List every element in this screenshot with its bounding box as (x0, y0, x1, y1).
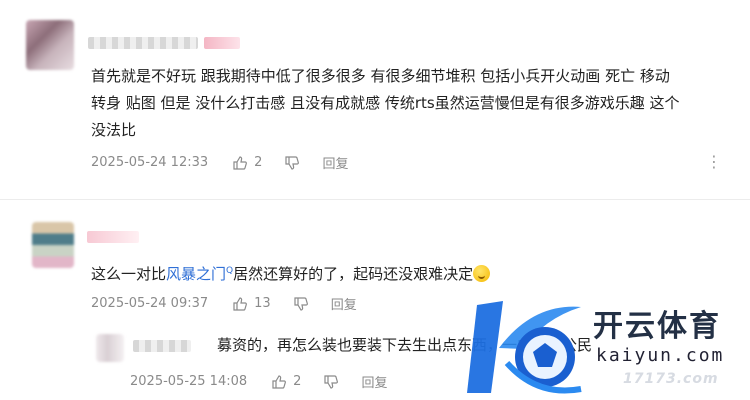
comment-meta: 2025-05-25 14:08 2 回复 (130, 372, 387, 391)
comment-text: 首先就是不好玩 跟我期待中低了很多很多 有很多细节堆积 包括小兵开火动画 死亡 … (91, 63, 750, 144)
like-count: 2 (293, 374, 302, 389)
comment-text-line: 转身 贴图 但是 没什么打击感 且没有成就感 传统rts虽然运营慢但是有很多游戏… (91, 94, 680, 112)
user-badge (204, 37, 240, 49)
thumbs-up-icon (272, 374, 287, 389)
dislike-button[interactable] (293, 296, 309, 312)
comment-1: 首先就是不好玩 跟我期待中低了很多很多 有很多细节堆积 包括小兵开火动画 死亡 … (0, 0, 750, 200)
like-count: 13 (254, 296, 271, 311)
like-button[interactable]: 2 (271, 374, 301, 390)
username[interactable] (87, 231, 139, 243)
thumbs-down-icon (285, 155, 300, 170)
like-count: 2 (254, 155, 263, 170)
thumbs-down-icon (324, 374, 339, 389)
reply-button[interactable]: 回复 (322, 153, 348, 172)
comment-meta: 2025-05-24 12:33 2 回复 (91, 153, 348, 172)
watermark-bottom: 17173.com (623, 371, 719, 387)
dislike-button[interactable] (323, 374, 339, 390)
emoji-icon (473, 265, 491, 282)
more-vertical-icon[interactable]: ⋮ (706, 152, 722, 171)
like-button[interactable]: 2 (232, 155, 262, 171)
comment-text: 这么一对比风暴之门Q居然还算好的了，起码还没艰难决定 (91, 258, 491, 288)
watermark-logo-icon (467, 301, 582, 394)
thumbs-up-icon (233, 296, 248, 311)
reply-button[interactable]: 回复 (361, 372, 387, 391)
timestamp: 2025-05-25 14:08 (130, 374, 248, 389)
username[interactable] (133, 340, 191, 352)
like-button[interactable]: 13 (232, 296, 271, 312)
dislike-button[interactable] (284, 155, 300, 171)
watermark-subtitle: kaiyun.com (596, 345, 725, 366)
avatar[interactable] (96, 334, 124, 362)
watermark-title: 开云体育 (593, 309, 721, 344)
timestamp: 2025-05-24 12:33 (91, 155, 209, 170)
reply-button[interactable]: 回复 (331, 294, 357, 313)
avatar[interactable] (32, 222, 74, 268)
topic-link[interactable]: 风暴之门 (166, 265, 226, 283)
comment-text-line: 没法比 (91, 121, 137, 139)
comment-meta: 2025-05-24 09:37 13 回复 (91, 294, 357, 313)
username[interactable] (88, 37, 198, 49)
timestamp: 2025-05-24 09:37 (91, 296, 209, 311)
thumbs-down-icon (294, 296, 308, 311)
thumbs-up-icon (233, 155, 248, 170)
avatar[interactable] (26, 20, 74, 70)
watermark: 开云体育 kaiyun.com 17173.com (463, 293, 750, 400)
comment-text-line: 首先就是不好玩 跟我期待中低了很多很多 有很多细节堆积 包括小兵开火动画 死亡 … (91, 67, 670, 85)
